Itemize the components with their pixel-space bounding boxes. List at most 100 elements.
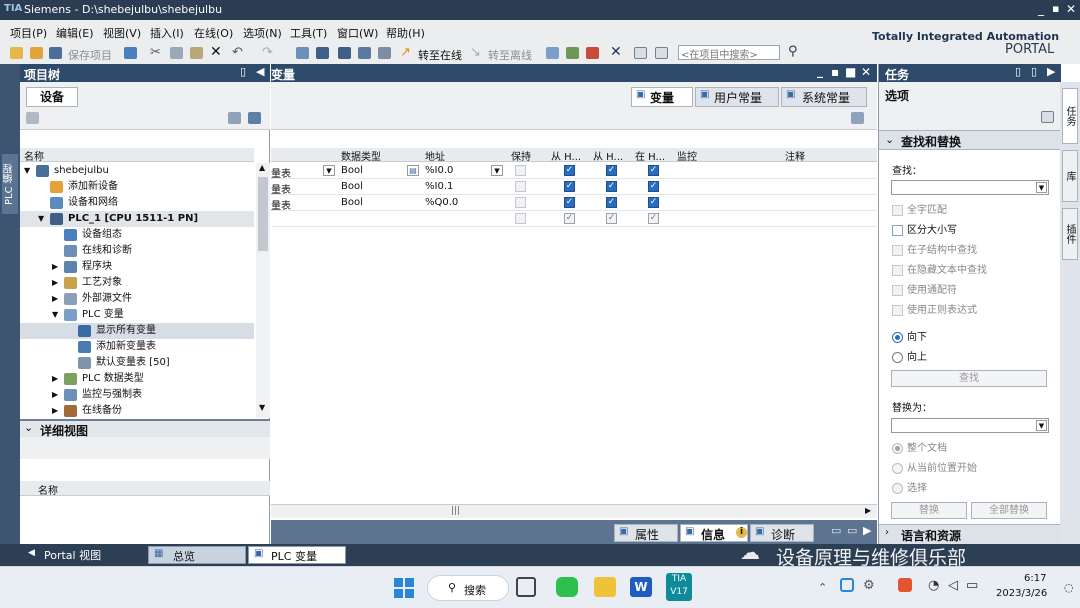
table-row[interactable]: ✓ ✓ ✓ — [271, 211, 877, 227]
close-button[interactable]: ✕ — [1066, 2, 1076, 16]
scope-current-radio[interactable] — [892, 463, 903, 474]
redo-icon[interactable]: ↷ — [262, 45, 273, 60]
access-hmi-checkbox[interactable]: ✓ — [564, 165, 575, 176]
visible-hmi-checkbox[interactable]: ✓ — [648, 197, 659, 208]
expand-down-icon[interactable]: ▼ — [52, 307, 58, 323]
tree-item[interactable]: ▼ PLC 变量 — [20, 307, 254, 323]
scroll-thumb[interactable] — [258, 177, 268, 251]
tree-table-icon[interactable] — [228, 112, 241, 124]
task-restore-icon[interactable]: ▯ — [1015, 65, 1021, 78]
expand-right-icon[interactable]: ▶ — [52, 403, 58, 419]
table-row[interactable]: 量表 Bool %I0.1 ✓ ✓ ✓ — [271, 179, 877, 196]
editor-minimize-icon[interactable]: _ — [817, 64, 823, 78]
expand-down-icon[interactable]: ▼ — [38, 211, 44, 227]
tree-item[interactable]: 设备和网络 — [20, 195, 254, 211]
cell-data-type[interactable]: Bool — [341, 181, 363, 192]
side-tab-tasks[interactable]: 任务 — [1062, 88, 1078, 144]
write-hmi-checkbox[interactable]: ✓ — [606, 181, 617, 192]
download-icon[interactable] — [316, 47, 329, 59]
inspector-float-icon[interactable]: ▭ — [847, 524, 857, 537]
menu-edit[interactable]: 编辑(E) — [56, 25, 94, 41]
pin-icon[interactable]: ▯ — [240, 65, 246, 78]
portal-view-button[interactable]: Portal 视图 — [44, 547, 101, 563]
tab-devices[interactable]: 设备 — [26, 87, 78, 107]
properties-tab[interactable]: ▣ 属性 — [614, 524, 678, 542]
write-hmi-checkbox[interactable]: ✓ — [606, 197, 617, 208]
whole-word-checkbox[interactable] — [892, 205, 903, 216]
access-hmi-checkbox[interactable]: ✓ — [564, 213, 575, 224]
cell-data-type[interactable]: Bool — [341, 165, 363, 176]
taskbar-search[interactable]: ⚲ 搜索 — [427, 575, 509, 601]
wechat-app-icon[interactable] — [556, 577, 578, 597]
table-row[interactable]: 量表 Bool %Q0.0 ✓ ✓ ✓ — [271, 195, 877, 212]
cut-icon[interactable]: ✂ — [150, 45, 161, 60]
menu-online[interactable]: 在线(O) — [194, 25, 233, 41]
tree-item[interactable]: ▼ shebejulbu — [20, 163, 254, 179]
find-input[interactable]: ▼ — [891, 180, 1049, 195]
menu-window[interactable]: 窗口(W) — [337, 25, 378, 41]
tree-item[interactable]: ▶ PLC 数据类型 — [20, 371, 254, 387]
volume-icon[interactable]: ◁ — [948, 578, 958, 593]
tree-item[interactable]: 添加新设备 — [20, 179, 254, 195]
tree-item[interactable]: ▶ 监控与强制表 — [20, 387, 254, 403]
substructure-checkbox[interactable] — [892, 245, 903, 256]
replace-all-button[interactable]: 全部替换 — [971, 502, 1047, 519]
delete-icon[interactable]: ✕ — [210, 44, 222, 60]
find-dropdown-icon[interactable]: ▼ — [1036, 182, 1047, 193]
cell-tag-table[interactable]: 量表 — [271, 165, 291, 180]
visible-hmi-checkbox[interactable]: ✓ — [648, 181, 659, 192]
paste-icon[interactable] — [190, 47, 203, 59]
cell-address[interactable]: %I0.1 — [425, 181, 453, 192]
inspector-restore-icon[interactable]: ▭ — [831, 524, 841, 537]
detail-collapse-icon[interactable]: ⌄ — [24, 421, 33, 434]
collapse-left-icon[interactable]: ◀ — [256, 65, 264, 78]
side-tab-addins[interactable]: 插件 — [1062, 208, 1078, 260]
undo-icon[interactable]: ↶ — [232, 45, 243, 60]
hidden-text-checkbox[interactable] — [892, 265, 903, 276]
print-icon[interactable] — [124, 47, 137, 59]
expand-down-icon[interactable]: ▼ — [24, 163, 30, 179]
task-collapse-icon[interactable]: ▶ — [1047, 65, 1055, 78]
editor-maximize-icon[interactable]: ■ — [845, 65, 856, 79]
replace-dropdown-icon[interactable]: ▼ — [1036, 420, 1047, 431]
copy-icon[interactable] — [170, 47, 183, 59]
minimize-button[interactable]: _ — [1038, 2, 1044, 16]
table-row[interactable]: 量表 Bool %I0.0 ▼ ▤ ▼ ✓ ✓ ✓ — [271, 163, 877, 180]
options-layout-icon[interactable] — [1041, 111, 1054, 123]
split-vertical-icon[interactable] — [655, 47, 668, 59]
find-replace-header[interactable]: ⌄ 查找和替换 — [879, 130, 1061, 150]
plc-programming-tab[interactable]: PLC 编程 — [2, 154, 18, 214]
cell-data-type[interactable]: Bool — [341, 197, 363, 208]
editor-hscrollbar[interactable]: ||| ▶ — [271, 504, 877, 518]
tree-item[interactable]: 设备组态 — [20, 227, 254, 243]
cell-tag-table[interactable]: 量表 — [271, 181, 291, 196]
replace-input[interactable]: ▼ — [891, 418, 1049, 433]
direction-down-radio[interactable] — [892, 332, 903, 343]
expand-right-icon[interactable]: ▶ — [52, 259, 58, 275]
scroll-up-icon[interactable]: ▲ — [259, 163, 265, 172]
new-project-icon[interactable] — [10, 47, 23, 59]
search-binoculars-icon[interactable]: ⚲ — [788, 44, 798, 59]
tab-tags[interactable]: ▣ 变量 — [631, 87, 693, 107]
save-icon[interactable] — [49, 47, 62, 59]
tray-s-icon[interactable] — [898, 578, 912, 592]
cross-reference-icon[interactable]: ✕ — [610, 44, 622, 60]
data-type-picker-icon[interactable]: ▤ — [407, 165, 419, 176]
start-cpu-icon[interactable] — [566, 47, 579, 59]
menu-view[interactable]: 视图(V) — [103, 25, 141, 41]
retain-checkbox[interactable] — [515, 197, 526, 208]
scope-document-radio[interactable] — [892, 443, 903, 454]
tray-settings-icon[interactable]: ⚙ — [863, 578, 875, 593]
tree-item[interactable]: ▶ 工艺对象 — [20, 275, 254, 291]
expand-right-icon[interactable]: ▶ — [52, 291, 58, 307]
battery-icon[interactable]: ▭ — [966, 578, 978, 593]
accessible-devices-icon[interactable] — [546, 47, 559, 59]
clock-date[interactable]: 2023/3/26 — [996, 588, 1047, 599]
menu-project[interactable]: 项目(P) — [10, 25, 47, 41]
tab-user-constants[interactable]: ▣ 用户常量 — [695, 87, 779, 107]
device-icon[interactable] — [378, 47, 391, 59]
file-explorer-icon[interactable] — [594, 577, 616, 597]
restore-button[interactable]: ▪ — [1052, 2, 1059, 15]
split-horizontal-icon[interactable] — [634, 47, 647, 59]
tray-app-icon[interactable] — [840, 578, 854, 592]
